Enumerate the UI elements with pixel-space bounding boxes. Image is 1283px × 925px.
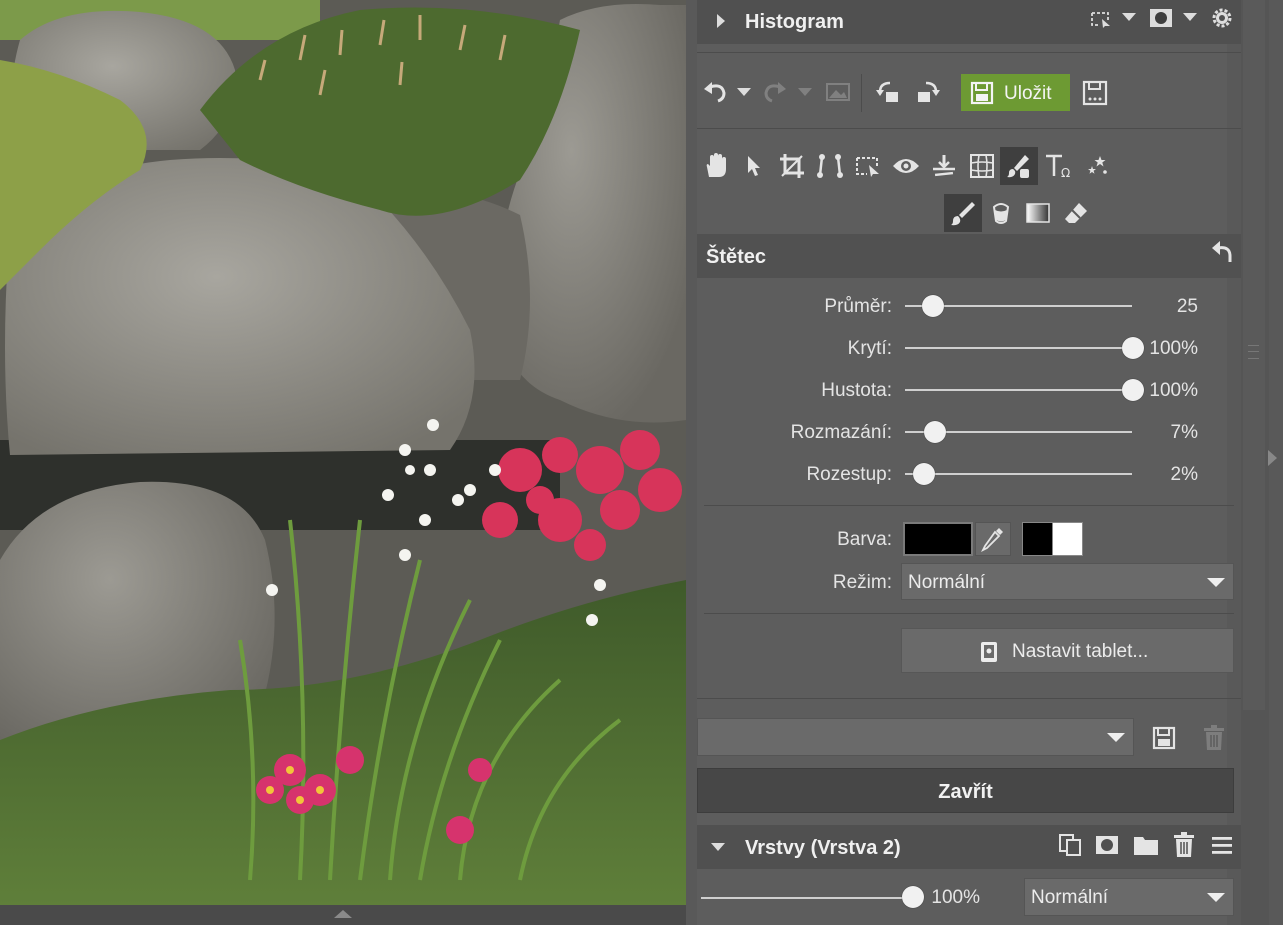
collapse-bottom-icon[interactable] xyxy=(334,910,352,918)
image-compare-icon[interactable] xyxy=(823,78,853,106)
grid-icon[interactable] xyxy=(966,150,998,182)
text-icon[interactable]: Ω xyxy=(1042,150,1076,182)
density-slider[interactable] xyxy=(905,389,1132,391)
duplicate-layer-icon[interactable] xyxy=(1056,831,1084,859)
chevron-down-icon xyxy=(1107,733,1125,742)
layer-opacity-value: 100% xyxy=(931,887,980,908)
collapse-caret-icon[interactable] xyxy=(711,843,725,851)
layer-blend-value: Normální xyxy=(1031,887,1109,908)
chevron-down-icon xyxy=(1207,893,1225,902)
density-value: 100% xyxy=(1149,380,1198,401)
color-label: Barva: xyxy=(837,529,892,550)
gear-icon[interactable] xyxy=(1208,5,1236,31)
eye-icon[interactable] xyxy=(890,150,922,182)
expand-panel-icon[interactable] xyxy=(1268,450,1277,466)
diameter-slider-knob[interactable] xyxy=(921,295,944,317)
eraser-icon[interactable] xyxy=(1060,197,1092,229)
photo-canvas[interactable] xyxy=(0,0,686,905)
divider xyxy=(704,613,1234,614)
gradient-icon[interactable] xyxy=(1022,197,1054,229)
layer-mask-icon[interactable] xyxy=(1093,831,1121,859)
layer-opacity-slider[interactable] xyxy=(701,897,908,899)
menu-icon[interactable] xyxy=(1208,831,1236,859)
save-icon xyxy=(969,80,995,106)
chevron-down-icon[interactable] xyxy=(736,86,752,98)
spacing-slider[interactable] xyxy=(905,473,1132,475)
black-swatch[interactable] xyxy=(1022,522,1054,556)
redo-icon[interactable] xyxy=(760,78,790,106)
brush-mask-icon[interactable] xyxy=(1000,147,1038,185)
eyedropper-icon[interactable] xyxy=(975,522,1011,556)
chevron-down-icon xyxy=(1207,578,1225,587)
selection-overlay-icon[interactable] xyxy=(1088,7,1114,31)
divider xyxy=(861,74,862,112)
divider xyxy=(697,698,1241,699)
save-label: Uložit xyxy=(1004,83,1052,104)
chevron-down-icon[interactable] xyxy=(1120,10,1138,24)
spacing-value: 2% xyxy=(1170,464,1198,485)
brush-section-header: Štětec xyxy=(697,234,1241,278)
mode-label: Režim: xyxy=(832,572,892,593)
layer-blend-dropdown[interactable]: Normální xyxy=(1024,878,1234,916)
white-swatch[interactable] xyxy=(1052,522,1083,556)
brush-icon[interactable] xyxy=(944,194,982,232)
scrollbar-grip-icon[interactable] xyxy=(1248,345,1259,359)
svg-text:Ω: Ω xyxy=(1061,166,1070,179)
diameter-value: 25 xyxy=(1176,296,1198,317)
save-as-icon[interactable] xyxy=(1080,78,1110,108)
mask-view-icon[interactable] xyxy=(1147,6,1175,30)
spacing-label: Rozestup: xyxy=(806,464,892,485)
opacity-value: 100% xyxy=(1149,338,1198,359)
arrow-icon[interactable] xyxy=(740,150,768,182)
layers-title: Vrstvy (Vrstva 2) xyxy=(745,837,901,859)
blur-value: 7% xyxy=(1170,422,1198,443)
tablet-settings-button[interactable]: Nastavit tablet... xyxy=(901,628,1234,673)
close-button[interactable]: Zavřít xyxy=(697,768,1234,813)
selection-icon[interactable] xyxy=(852,150,884,182)
divider xyxy=(697,52,1241,53)
mode-dropdown[interactable]: Normální xyxy=(901,563,1234,600)
reset-icon[interactable] xyxy=(1208,238,1236,266)
preset-dropdown[interactable] xyxy=(697,718,1134,756)
blur-slider-knob[interactable] xyxy=(923,421,946,443)
crop-icon[interactable] xyxy=(776,150,808,182)
chevron-down-icon[interactable] xyxy=(1181,10,1199,24)
save-button[interactable]: Uložit xyxy=(961,74,1070,111)
trash-icon[interactable] xyxy=(1170,830,1198,860)
fill-icon[interactable] xyxy=(986,197,1016,229)
undo-icon[interactable] xyxy=(700,78,730,106)
mode-value: Normální xyxy=(908,572,986,593)
opacity-label: Krytí: xyxy=(847,338,892,359)
density-label: Hustota: xyxy=(821,380,892,401)
close-label: Zavřít xyxy=(938,781,993,803)
effects-icon[interactable] xyxy=(1082,150,1114,182)
opacity-slider[interactable] xyxy=(905,347,1132,349)
chevron-down-icon[interactable] xyxy=(797,86,813,98)
save-preset-icon[interactable] xyxy=(1150,724,1178,752)
hand-icon[interactable] xyxy=(700,150,730,182)
rotate-right-icon[interactable] xyxy=(912,78,942,106)
rotate-left-icon[interactable] xyxy=(874,78,904,106)
tablet-settings-label: Nastavit tablet... xyxy=(1012,641,1149,662)
divider xyxy=(704,505,1234,506)
folder-icon[interactable] xyxy=(1131,831,1161,859)
divider xyxy=(697,128,1241,129)
histogram-title: Histogram xyxy=(745,11,844,33)
level-icon[interactable] xyxy=(928,150,960,182)
trash-icon[interactable] xyxy=(1200,724,1228,752)
tablet-icon xyxy=(978,640,1000,664)
diameter-label: Průměr: xyxy=(824,296,892,317)
color-swatch[interactable] xyxy=(903,522,973,556)
brush-title: Štětec xyxy=(706,246,767,268)
straighten-icon[interactable] xyxy=(814,150,846,182)
blur-label: Rozmazání: xyxy=(790,422,892,443)
expand-caret-icon[interactable] xyxy=(717,14,725,28)
